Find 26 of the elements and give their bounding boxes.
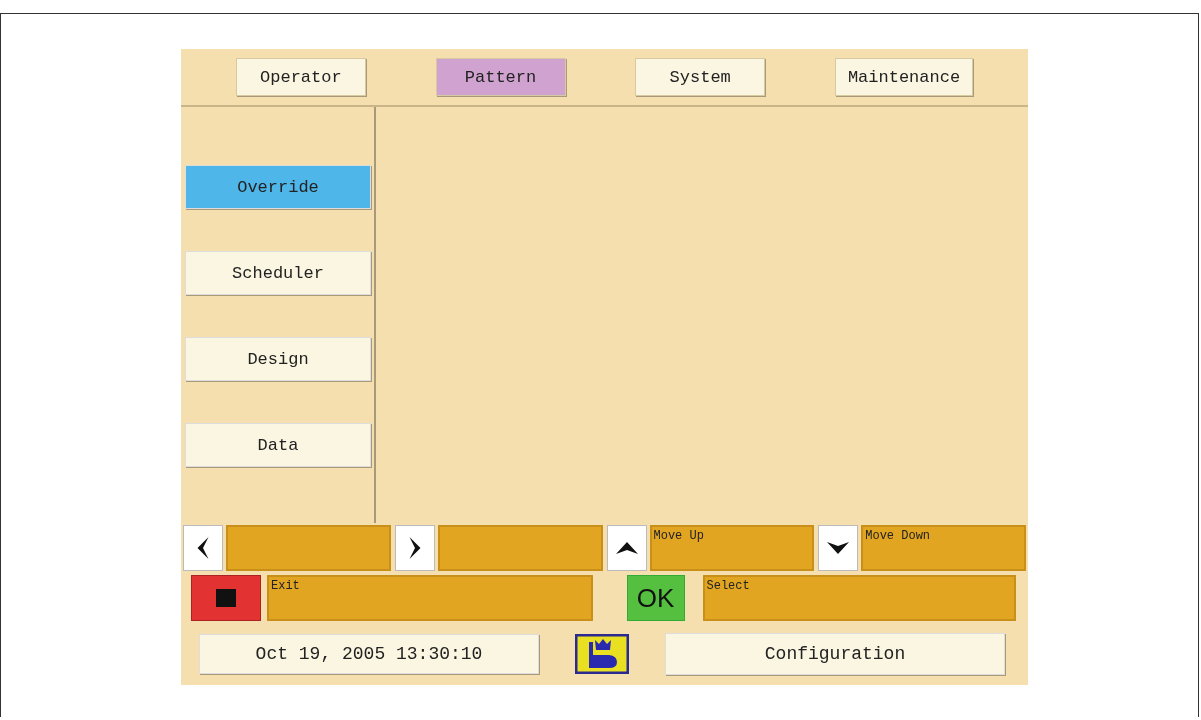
sidebar-item[interactable]: Design bbox=[185, 337, 371, 381]
arrow-key[interactable] bbox=[394, 525, 435, 571]
ok-button[interactable]: OK bbox=[626, 575, 685, 621]
sidebar-item[interactable]: Data bbox=[185, 423, 371, 467]
sidebar-item[interactable]: Override bbox=[185, 165, 371, 209]
stop-icon bbox=[216, 589, 236, 607]
configuration-button[interactable]: Configuration bbox=[665, 633, 1005, 675]
tab[interactable]: Maintenance bbox=[834, 58, 974, 96]
down-arrow-icon bbox=[827, 542, 850, 554]
logo-icon bbox=[575, 634, 629, 674]
arrow-key[interactable] bbox=[818, 525, 859, 571]
action-label: Select bbox=[702, 575, 1016, 621]
date-time: Oct 19, 2005 13:30:10 bbox=[199, 634, 539, 674]
key-label: Move Up bbox=[649, 525, 815, 571]
arrow-key[interactable] bbox=[183, 525, 223, 571]
left-arrow-icon bbox=[197, 537, 209, 559]
tab[interactable]: Pattern bbox=[435, 58, 566, 96]
right-arrow-icon bbox=[408, 537, 421, 559]
action-label: Exit bbox=[267, 575, 593, 621]
stop-button[interactable] bbox=[191, 575, 261, 621]
key-label: Move Down bbox=[861, 525, 1026, 571]
arrow-key[interactable] bbox=[606, 525, 647, 571]
up-arrow-icon bbox=[615, 542, 638, 554]
sidebar-item[interactable]: Scheduler bbox=[185, 251, 371, 295]
tab[interactable]: Operator bbox=[235, 58, 366, 96]
tab[interactable]: System bbox=[635, 58, 766, 96]
